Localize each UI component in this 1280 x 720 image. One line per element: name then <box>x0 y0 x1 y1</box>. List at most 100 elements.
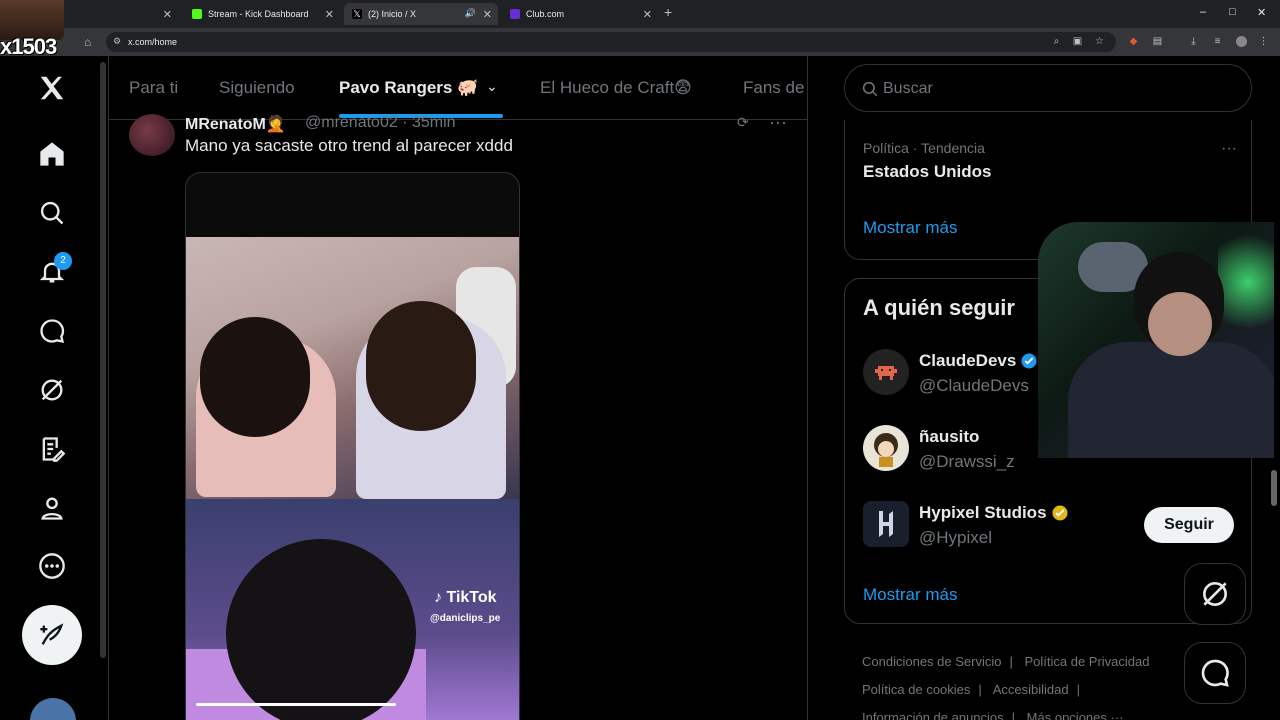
more-icon[interactable] <box>36 550 68 582</box>
footer-separator: | <box>978 682 982 697</box>
tab-siguiendo[interactable]: Siguiendo <box>219 78 295 98</box>
profile-browser-icon[interactable] <box>1236 36 1247 47</box>
avatar[interactable] <box>863 501 909 547</box>
footer-link[interactable]: Política de cookies <box>862 682 970 697</box>
who-to-follow-title: A quién seguir <box>863 295 1015 320</box>
avatar[interactable] <box>863 425 909 471</box>
video-frame-bottom <box>186 499 519 720</box>
video-head-shape <box>226 539 416 720</box>
tiktok-label: TikTok <box>446 589 497 606</box>
edit-list-icon[interactable] <box>36 433 68 465</box>
avatar[interactable] <box>30 698 76 720</box>
tiktok-username: @daniclips_pe <box>430 613 501 624</box>
footer-link[interactable]: Política de Privacidad <box>1024 654 1149 669</box>
scrollbar[interactable] <box>100 62 106 658</box>
tab-para-ti[interactable]: Para ti <box>129 78 178 98</box>
address-bar-row: ⌂ ⚙ x.com/home ⌕ ▣ ☆ ◆ ▤ ⤓ ≡ ⋮ <box>0 28 1280 56</box>
show-more-follow-link[interactable]: Mostrar más <box>863 585 957 605</box>
webcam-light <box>1218 222 1274 342</box>
close-tab-icon[interactable]: ✕ <box>163 8 172 21</box>
chevron-down-icon[interactable]: ⌄ <box>486 78 498 95</box>
translate-icon[interactable]: ▣ <box>1072 36 1083 47</box>
footer-link[interactable]: Información de anuncios <box>862 710 1004 720</box>
browser-tab[interactable]: Stream - Kick Dashboard ✕ <box>184 3 340 25</box>
home-browser-icon[interactable]: ⌂ <box>84 35 91 49</box>
streamer-webcam <box>1038 222 1274 458</box>
tweet-author-name[interactable]: MRenatoM🤦 <box>185 114 286 134</box>
show-more-trends-link[interactable]: Mostrar más <box>863 218 957 238</box>
browser-tab[interactable]: Club.com ✕ <box>502 3 658 25</box>
footer-separator: | <box>1076 682 1080 697</box>
avatar[interactable] <box>863 349 909 395</box>
video-progress-bar[interactable] <box>196 703 396 706</box>
follow-account-handle: @ClaudeDevs <box>919 376 1029 395</box>
x-logo-icon[interactable] <box>36 72 68 104</box>
tweet-author-handle[interactable]: @mrenato02 · 35min <box>305 114 456 132</box>
message-icon <box>1201 659 1229 687</box>
home-icon[interactable] <box>36 138 68 170</box>
media-control-icon[interactable]: ≡ <box>1212 36 1223 47</box>
account-name-text: Hypixel Studios <box>919 503 1047 522</box>
tweet-video[interactable]: ♪ TikTok @daniclips_pe <box>185 172 520 720</box>
claude-logo-icon <box>875 366 897 380</box>
grok-floating-button[interactable] <box>1184 563 1246 625</box>
speaker-icon[interactable]: 🔊 <box>465 8 476 19</box>
site-info-icon[interactable]: ⚙ <box>113 36 121 47</box>
new-tab-button[interactable]: + <box>664 4 672 20</box>
close-tab-icon[interactable]: ✕ <box>643 8 652 21</box>
close-tab-icon[interactable]: ✕ <box>325 8 334 21</box>
extension-icon[interactable]: ◆ <box>1128 36 1139 47</box>
trend-name[interactable]: Estados Unidos <box>863 162 991 182</box>
hypixel-logo-icon <box>879 511 893 537</box>
search-box[interactable]: Buscar <box>844 64 1252 112</box>
close-tab-icon[interactable]: ✕ <box>483 8 492 21</box>
tweet-more-button[interactable]: ··· <box>769 112 787 133</box>
follow-account-name[interactable]: ClaudeDevs <box>919 351 1038 371</box>
close-window-button[interactable]: ✕ <box>1257 6 1266 19</box>
tweet-avatar[interactable] <box>129 114 175 156</box>
x-favicon-icon: 𝕏 <box>352 9 362 19</box>
profile-icon[interactable] <box>36 492 68 524</box>
messages-floating-button[interactable] <box>1184 642 1246 704</box>
search-icon[interactable] <box>36 197 68 229</box>
scrollbar[interactable] <box>1271 470 1277 506</box>
message-icon[interactable] <box>36 315 68 347</box>
timeline-column: Para ti Siguiendo Pavo Rangers 🐖 ⌄ El Hu… <box>108 56 808 720</box>
compose-post-button[interactable] <box>22 605 82 665</box>
url-field[interactable]: ⚙ x.com/home <box>106 32 1116 52</box>
verified-gold-badge-icon <box>1052 505 1068 521</box>
browser-tab-active[interactable]: 𝕏 (2) Inicio / X 🔊 ✕ <box>344 3 498 25</box>
grok-icon[interactable]: ⟳ <box>737 114 749 131</box>
tab-label: Stream - Kick Dashboard <box>208 9 309 19</box>
tab-el-hueco-de-craft[interactable]: El Hueco de Craft😨 <box>540 78 692 98</box>
video-frame-top <box>186 237 519 499</box>
stream-overlay-text: x1503 <box>0 34 57 59</box>
tab-fans-de[interactable]: Fans de <box>743 78 804 98</box>
trend-category: Política · Tendencia <box>863 140 985 156</box>
footer-link[interactable]: Accesibilidad <box>993 682 1069 697</box>
bookmark-star-icon[interactable]: ☆ <box>1094 36 1105 47</box>
tab-label: Club.com <box>526 9 565 19</box>
club-favicon-icon <box>510 9 520 19</box>
footer-link[interactable]: Condiciones de Servicio <box>862 654 1001 669</box>
follow-account-name[interactable]: Hypixel Studios <box>919 503 1069 523</box>
url-text: x.com/home <box>128 37 178 47</box>
grok-icon[interactable] <box>36 374 68 406</box>
search-input[interactable]: Buscar <box>883 80 933 98</box>
tab-pavo-rangers[interactable]: Pavo Rangers 🐖 <box>339 78 478 98</box>
tiktok-logo-icon: ♪ <box>434 589 442 606</box>
left-navigation <box>0 56 108 720</box>
browser-tab-bar: ck ✕ Stream - Kick Dashboard ✕ 𝕏 (2) Ini… <box>0 0 1280 28</box>
download-icon[interactable]: ⤓ <box>1188 36 1199 47</box>
kick-favicon-icon <box>192 9 202 19</box>
footer-link[interactable]: Más opciones ··· <box>1027 710 1124 720</box>
browser-menu-icon[interactable]: ⋮ <box>1258 36 1269 47</box>
zoom-icon[interactable]: ⌕ <box>1051 36 1062 47</box>
maximize-button[interactable]: □ <box>1229 6 1236 18</box>
extensions-puzzle-icon[interactable]: ▤ <box>1152 36 1163 47</box>
follow-button[interactable]: Seguir <box>1144 507 1234 543</box>
trend-more-button[interactable]: ··· <box>1221 140 1237 158</box>
tweet-text: Mano ya sacaste otro trend al parecer xd… <box>185 136 513 155</box>
minimize-button[interactable]: – <box>1200 6 1206 18</box>
follow-account-name[interactable]: ñausito <box>919 427 979 447</box>
